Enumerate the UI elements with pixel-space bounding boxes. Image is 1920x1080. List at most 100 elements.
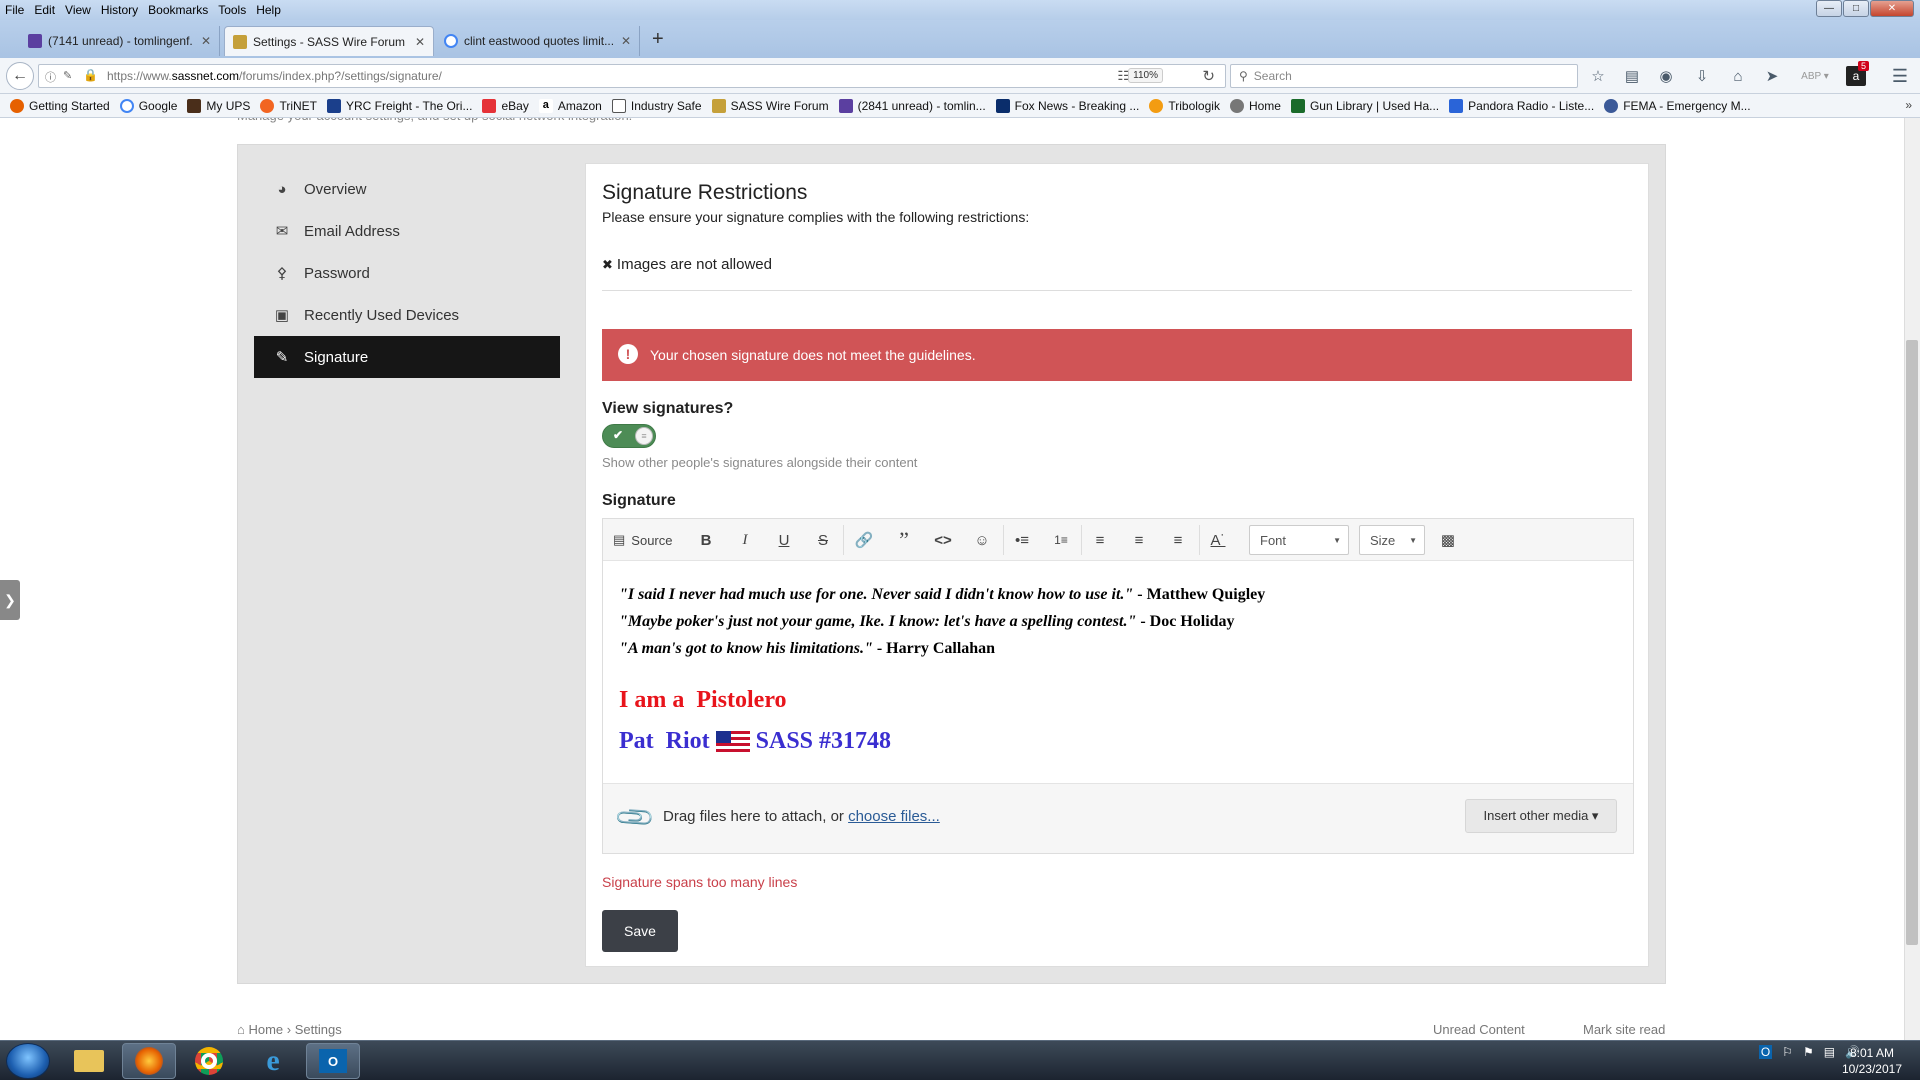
bookmark-item[interactable]: Gun Library | Used Ha... [1290, 98, 1439, 113]
close-tab-icon[interactable]: ✕ [201, 34, 211, 48]
flag-icon[interactable]: ⚑ [1803, 1045, 1814, 1059]
breadcrumb-home[interactable]: Home [248, 1022, 283, 1037]
shield-icon[interactable]: ⚐ [1782, 1045, 1793, 1059]
bookmark-item[interactable]: TriNET [260, 98, 317, 113]
close-window-button[interactable]: ✕ [1870, 0, 1914, 17]
sidebar-item-email[interactable]: ✉ Email Address [254, 210, 560, 252]
minimize-button[interactable]: — [1816, 0, 1842, 17]
download-icon[interactable]: ⇩ [1692, 66, 1712, 86]
insert-media-button[interactable]: Insert other media ▾ [1465, 799, 1617, 833]
sidebar-item-signature[interactable]: ✎ Signature [254, 336, 560, 378]
code-icon[interactable]: <> [932, 527, 954, 553]
start-button[interactable] [6, 1043, 50, 1079]
search-input[interactable]: ⚲ Search [1230, 64, 1578, 88]
menu-help[interactable]: Help [251, 3, 286, 17]
link-icon[interactable]: 🔗 [853, 527, 875, 553]
size-select[interactable]: Size ▼ [1359, 525, 1425, 555]
bookmarks-overflow-icon[interactable]: » [1905, 98, 1912, 112]
close-tab-icon[interactable]: ✕ [621, 34, 631, 48]
breadcrumb-settings[interactable]: Settings [295, 1022, 342, 1037]
tribologik-icon [1149, 98, 1164, 113]
align-left-icon[interactable]: ≡ [1089, 527, 1111, 553]
info-icon[interactable]: ⓘ [45, 69, 56, 85]
quote-icon[interactable]: ” [893, 527, 915, 553]
url-bar[interactable]: ⓘ ✎ 🔒 https://www. sassnet.com/forums/ind… [38, 64, 1226, 88]
zoom-indicator[interactable]: 110% [1128, 68, 1163, 83]
unread-content-link[interactable]: Unread Content [1433, 1022, 1525, 1037]
taskbar-chrome[interactable] [182, 1043, 236, 1079]
outlook-tray-icon[interactable]: O [1758, 1045, 1773, 1059]
network-icon[interactable]: ▤ [1824, 1045, 1835, 1059]
bookmark-item[interactable]: Fox News - Breaking ... [995, 98, 1139, 113]
numbered-list-icon[interactable]: 1≡ [1050, 527, 1072, 553]
taskbar-outlook[interactable]: O [306, 1043, 360, 1079]
bookmark-item[interactable]: Industry Safe [611, 98, 702, 113]
bookmark-item[interactable]: FEMA - Emergency M... [1604, 98, 1751, 113]
taskbar-firefox[interactable] [122, 1043, 176, 1079]
source-button[interactable]: ▤ Source [613, 527, 673, 553]
bookmark-item[interactable]: Getting Started [10, 98, 110, 113]
bookmark-item[interactable]: eBay [482, 98, 529, 113]
menu-view[interactable]: View [60, 3, 96, 17]
clock[interactable]: 8:01 AM 10/23/2017 [1842, 1045, 1902, 1077]
close-tab-icon[interactable]: ✕ [415, 35, 425, 49]
permissions-icon[interactable]: ✎ [63, 69, 72, 82]
sidebar-item-password[interactable]: ⚴ Password [254, 252, 560, 294]
sidebar-item-overview[interactable]: ◕ Overview [254, 168, 560, 210]
taskbar-ie[interactable]: e [246, 1043, 300, 1079]
home-icon[interactable]: ⌂ [1728, 66, 1748, 86]
save-button[interactable]: Save [602, 910, 678, 952]
bookmark-item[interactable]: Home [1229, 98, 1281, 113]
bold-button[interactable]: B [695, 527, 717, 553]
scrollbar-thumb[interactable] [1906, 340, 1918, 945]
align-center-icon[interactable]: ≡ [1128, 527, 1150, 553]
bullet-list-icon[interactable]: •≡ [1011, 527, 1033, 553]
view-signatures-toggle[interactable]: ✔ ≡ [602, 424, 656, 448]
menu-tools[interactable]: Tools [213, 3, 251, 17]
quote-text: "Maybe poker's just not your game, Ike. … [619, 613, 1137, 630]
side-drawer-toggle[interactable]: ❯ [0, 580, 20, 620]
send-icon[interactable]: ➤ [1762, 66, 1782, 86]
mark-site-read-link[interactable]: Mark site read [1583, 1022, 1665, 1037]
bookmark-item[interactable]: My UPS [187, 98, 250, 113]
tab-google[interactable]: clint eastwood quotes limit... ✕ [436, 26, 640, 56]
choose-files-link[interactable]: choose files... [848, 808, 940, 825]
tab-mail[interactable]: (7141 unread) - tomlingenf... ✕ [20, 26, 220, 56]
menu-edit[interactable]: Edit [29, 3, 60, 17]
bookmark-item[interactable]: YRC Freight - The Ori... [326, 98, 472, 113]
reload-icon[interactable]: ↻ [1202, 67, 1215, 85]
italic-button[interactable]: I [734, 527, 756, 553]
bookmark-item[interactable]: Tribologik [1149, 98, 1220, 113]
maximize-button[interactable]: □ [1843, 0, 1869, 17]
hamburger-menu-icon[interactable]: ☰ [1890, 66, 1910, 86]
taskbar-explorer[interactable] [62, 1043, 116, 1079]
menu-file[interactable]: File [0, 3, 29, 17]
pocket-icon[interactable]: ◉ [1656, 66, 1676, 86]
tab-settings[interactable]: Settings - SASS Wire Forum ✕ [224, 26, 434, 56]
new-tab-button[interactable]: + [652, 28, 664, 51]
menu-history[interactable]: History [96, 3, 143, 17]
emoji-icon[interactable]: ☺ [971, 527, 993, 553]
folder-icon [74, 1050, 104, 1072]
font-select[interactable]: Font ▼ [1249, 525, 1349, 555]
adblock-icon[interactable]: ABP ▾ [1798, 66, 1832, 86]
bookmark-item[interactable]: (2841 unread) - tomlin... [838, 98, 986, 113]
star-icon[interactable]: ☆ [1588, 66, 1608, 86]
align-right-icon[interactable]: ≡ [1167, 527, 1189, 553]
bookmark-item[interactable]: SASS Wire Forum [711, 98, 829, 113]
preview-icon[interactable]: ▩ [1437, 527, 1459, 553]
search-placeholder: Search [1253, 69, 1292, 83]
sidebar-item-devices[interactable]: ▣ Recently Used Devices [254, 294, 560, 336]
signature-content[interactable]: "I said I never had much use for one. Ne… [603, 561, 1633, 783]
back-button[interactable]: ← [6, 62, 34, 90]
strikethrough-button[interactable]: S [812, 527, 834, 553]
underline-button[interactable]: U [773, 527, 795, 553]
bookmark-item[interactable]: a Amazon [538, 98, 602, 113]
bookmark-item[interactable]: Pandora Radio - Liste... [1449, 98, 1594, 113]
text-color-icon[interactable]: A˙ [1207, 527, 1229, 553]
attachment-area[interactable]: 📎 Drag files here to attach, or choose f… [603, 783, 1633, 853]
menu-bookmarks[interactable]: Bookmarks [143, 3, 213, 17]
page-intro-clipped: Manage your account settings, and set up… [237, 118, 737, 124]
reading-list-icon[interactable]: ▤ [1622, 66, 1642, 86]
bookmark-item[interactable]: Google [119, 98, 177, 113]
